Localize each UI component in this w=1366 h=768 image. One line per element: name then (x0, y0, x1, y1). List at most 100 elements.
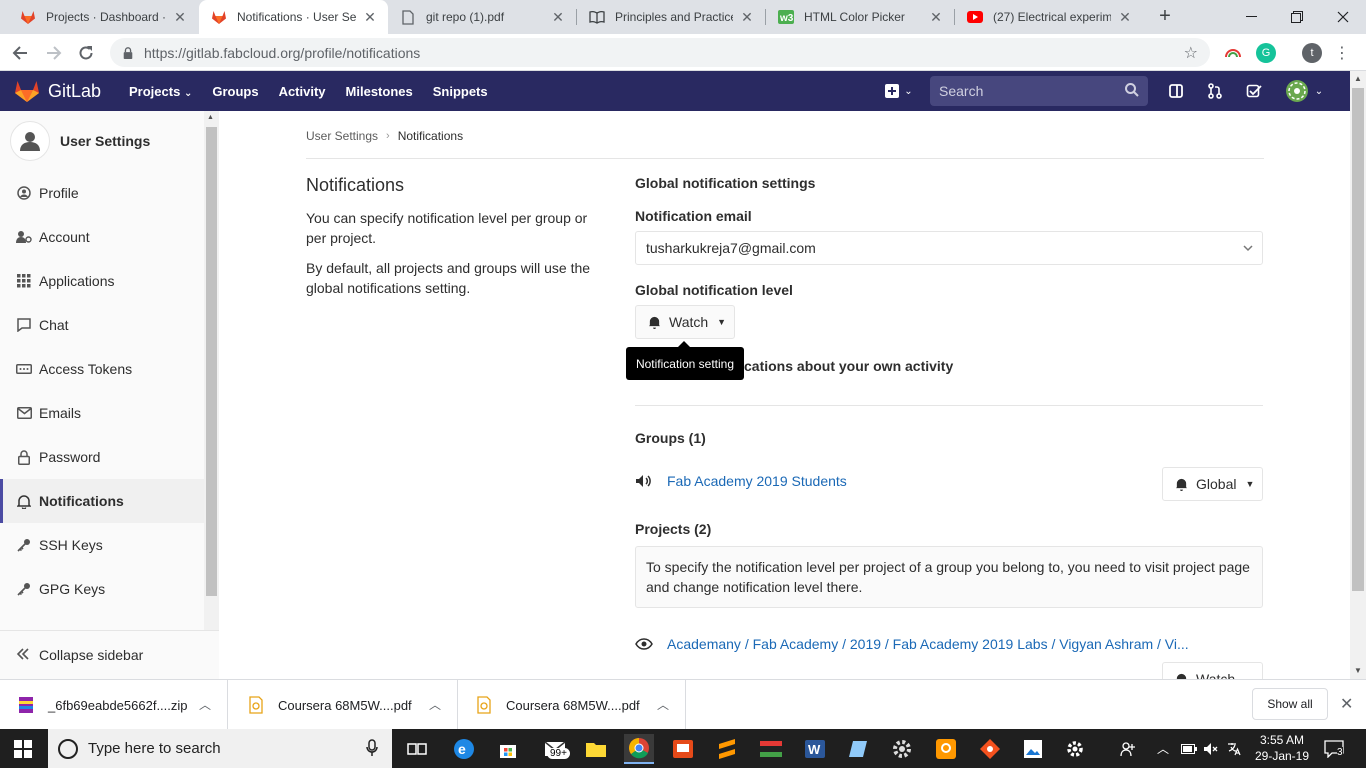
close-icon[interactable]: ✕ (550, 9, 566, 26)
sidebar-item-applications[interactable]: Applications (0, 259, 204, 303)
word-icon[interactable]: W (800, 734, 830, 764)
sidebar-item-emails[interactable]: Emails (0, 391, 204, 435)
scroll-down-arrow-icon[interactable]: ▼ (1350, 663, 1366, 679)
notes-app-icon[interactable] (844, 734, 874, 764)
collapse-sidebar-button[interactable]: Collapse sidebar (0, 630, 219, 679)
back-arrow-icon[interactable] (8, 41, 32, 65)
nav-activity[interactable]: Activity (279, 84, 326, 99)
new-item-plus-icon[interactable]: ⌄ (882, 81, 916, 101)
browser-tab-projects-dashboard[interactable]: Projects · Dashboard · G ✕ (8, 0, 198, 34)
people-icon[interactable] (1120, 729, 1136, 768)
sidebar-item-profile[interactable]: Profile (0, 171, 204, 215)
forward-arrow-icon[interactable] (42, 41, 66, 65)
sidebar-header[interactable]: User Settings (0, 111, 204, 171)
nav-snippets[interactable]: Snippets (433, 84, 488, 99)
close-icon[interactable]: ✕ (1117, 9, 1133, 26)
minimize-icon[interactable] (1228, 0, 1274, 34)
chevron-up-icon[interactable]: ︿ (657, 696, 669, 713)
chevron-up-icon[interactable]: ︿ (1157, 729, 1169, 768)
scroll-up-arrow-icon[interactable]: ▲ (1350, 71, 1366, 87)
restore-icon[interactable] (1274, 0, 1320, 34)
group-link[interactable]: Fab Academy 2019 Students (667, 473, 847, 489)
sidebar-scrollbar-thumb[interactable] (206, 127, 217, 596)
close-icon[interactable]: ✕ (928, 9, 944, 26)
browser-tab-html-color-picker[interactable]: w3 HTML Color Picker ✕ (766, 0, 954, 34)
close-icon[interactable]: ✕ (739, 9, 755, 26)
pdf-reader-icon[interactable] (931, 734, 961, 764)
chrome-icon[interactable] (624, 734, 654, 764)
notification-email-select[interactable]: tusharkukreja7@gmail.com (635, 231, 1263, 265)
download-item[interactable]: Coursera 68M5W....pdf ︿ (230, 680, 458, 730)
project-level-dropdown[interactable]: Watch (1162, 662, 1263, 679)
more-menu-icon[interactable]: ⋮ (1332, 43, 1352, 63)
battery-icon[interactable] (1181, 729, 1197, 768)
extension-rainbow-icon[interactable] (1223, 43, 1243, 63)
git-app-icon[interactable] (975, 734, 1005, 764)
volume-muted-icon[interactable] (1203, 729, 1219, 768)
action-center-icon[interactable]: 3 (1324, 729, 1344, 768)
sidebar-item-chat[interactable]: Chat (0, 303, 204, 347)
flag-app-icon[interactable] (756, 734, 786, 764)
chevron-up-icon[interactable]: ︿ (199, 696, 211, 713)
nav-projects[interactable]: Projects ⌄ (129, 84, 192, 99)
taskbar-clock[interactable]: 3:55 AM 29-Jan-19 (1250, 732, 1314, 764)
sublime-text-icon[interactable] (712, 734, 742, 764)
taskbar-search-input[interactable]: Type here to search (48, 729, 392, 768)
close-icon[interactable]: ✕ (172, 9, 188, 26)
sidebar-item-gpg-keys[interactable]: GPG Keys (0, 567, 204, 611)
browser-tab-youtube[interactable]: (27) Electrical experime ✕ (955, 0, 1143, 34)
gitlab-logo[interactable]: GitLab (14, 79, 101, 103)
settings-gear-icon[interactable] (887, 734, 917, 764)
grammarly-icon[interactable]: G (1256, 43, 1276, 63)
reload-icon[interactable] (74, 41, 98, 65)
store-icon[interactable] (493, 734, 523, 764)
search-input[interactable]: Search (930, 76, 1148, 106)
scroll-up-arrow-icon[interactable]: ▲ (207, 114, 214, 121)
browser-tab-git-repo-pdf[interactable]: git repo (1).pdf ✕ (388, 0, 576, 34)
windows-start-icon[interactable] (14, 740, 32, 758)
language-icon[interactable] (1227, 729, 1241, 768)
file-explorer-icon[interactable] (581, 734, 611, 764)
download-item[interactable]: Coursera 68M5W....pdf ︿ (458, 680, 686, 730)
chevron-up-icon[interactable]: ︿ (429, 696, 441, 713)
presentation-app-icon[interactable] (668, 734, 698, 764)
microphone-icon[interactable] (366, 739, 378, 757)
download-item[interactable]: _6fb69eabde5662f....zip ︿ (0, 680, 228, 730)
image-viewer-icon[interactable] (1018, 734, 1048, 764)
nav-milestones[interactable]: Milestones (346, 84, 413, 99)
browser-tab-notifications[interactable]: Notifications · User Setti ✕ (199, 0, 388, 34)
sidebar-item-ssh-keys[interactable]: SSH Keys (0, 523, 204, 567)
merge-request-icon[interactable] (1205, 81, 1225, 101)
address-bar[interactable]: https://gitlab.fabcloud.org/profile/noti… (110, 38, 1210, 67)
task-view-icon[interactable] (402, 734, 432, 764)
close-icon[interactable]: ✕ (1340, 694, 1353, 714)
project-link[interactable]: Academany / Fab Academy / 2019 / Fab Aca… (667, 636, 1189, 652)
bell-icon (1176, 673, 1187, 679)
profile-avatar[interactable]: t (1302, 43, 1322, 63)
w3-icon: w3 (778, 9, 794, 25)
window-close-icon[interactable] (1320, 0, 1366, 34)
sidebar-item-access-tokens[interactable]: Access Tokens (0, 347, 204, 391)
sidebar-item-notifications[interactable]: Notifications (0, 479, 204, 523)
sidebar-toggle-icon[interactable] (1166, 81, 1186, 101)
sidebar-item-account[interactable]: Account (0, 215, 204, 259)
new-tab-plus-icon[interactable]: + (1154, 6, 1176, 28)
sidebar-item-password[interactable]: Password (0, 435, 204, 479)
user-avatar-menu[interactable]: ⌄ (1284, 80, 1324, 102)
settings-icon[interactable] (1060, 734, 1090, 764)
scrollbar-thumb[interactable] (1352, 88, 1364, 591)
page-scrollbar[interactable]: ▲ ▼ (1350, 71, 1366, 679)
own-activity-checkbox-label[interactable]: cations about your own activity (744, 358, 953, 374)
breadcrumb-user-settings[interactable]: User Settings (306, 129, 378, 143)
close-icon[interactable]: ✕ (362, 9, 378, 26)
global-level-dropdown[interactable]: Watch ▼ (635, 305, 735, 339)
nav-groups[interactable]: Groups (212, 84, 258, 99)
sidebar-scrollbar[interactable]: ▲ (204, 111, 219, 630)
browser-tab-principles[interactable]: Principles and Practices ✕ (577, 0, 765, 34)
bookmark-star-icon[interactable]: ☆ (1184, 43, 1198, 63)
group-level-dropdown[interactable]: Global ▼ (1162, 467, 1263, 501)
edge-icon[interactable]: e (449, 734, 479, 764)
show-all-downloads-button[interactable]: Show all (1252, 688, 1328, 720)
mail-icon[interactable]: 99+ (537, 734, 573, 764)
todo-checkbox-icon[interactable] (1244, 81, 1264, 101)
